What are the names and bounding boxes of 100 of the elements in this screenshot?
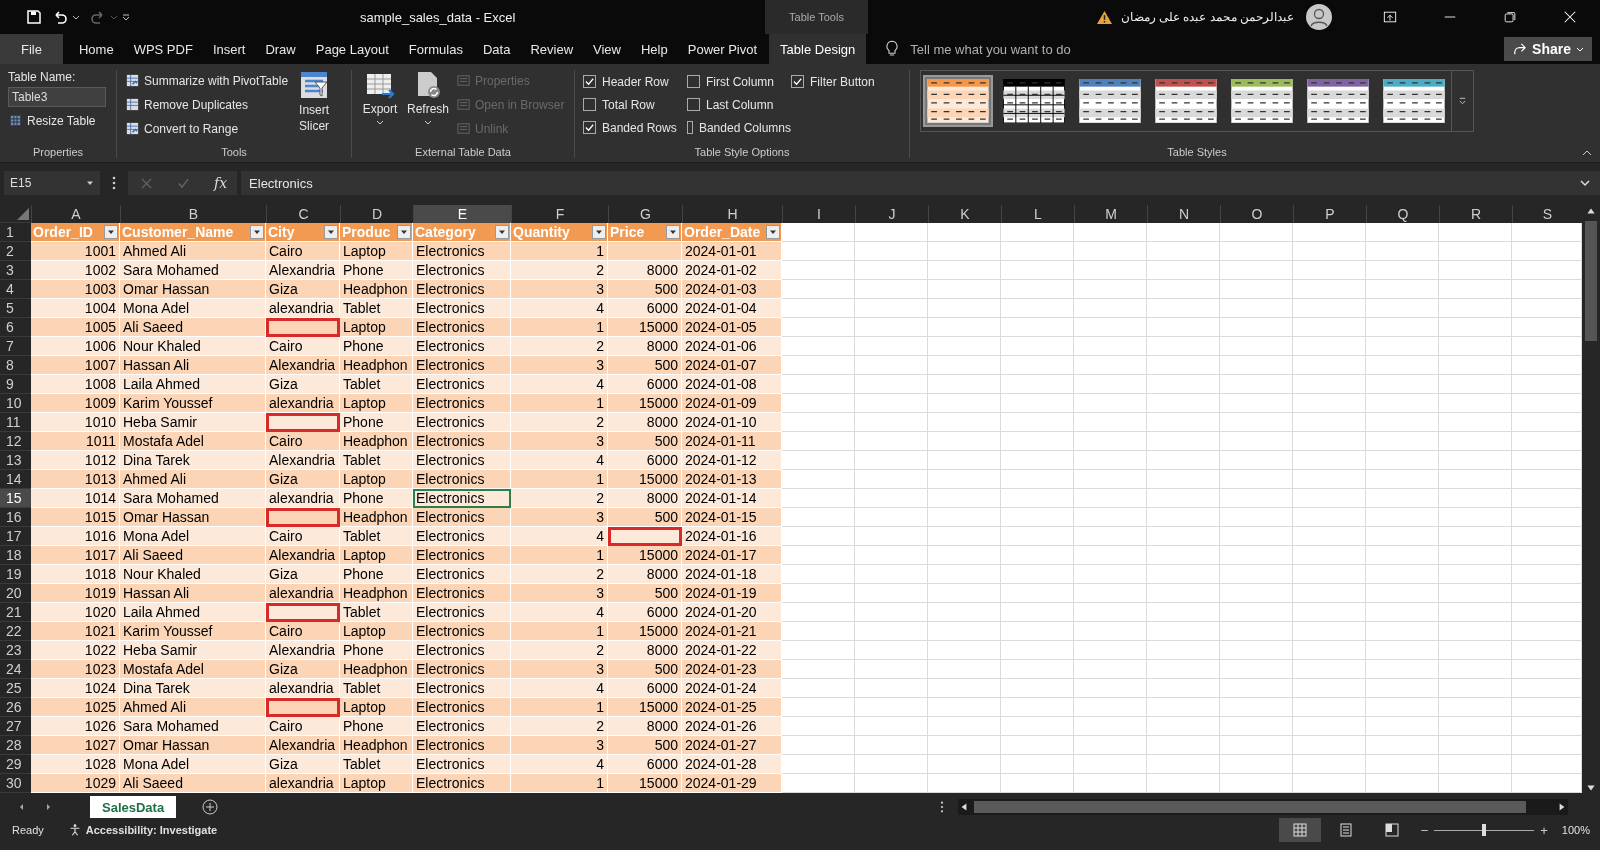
ribbon-tab[interactable]: Home [68, 34, 124, 64]
name-box[interactable]: E15 [4, 171, 100, 195]
ribbon-tab[interactable]: Draw [255, 34, 306, 64]
formula-field[interactable]: Electronics [241, 171, 1576, 195]
checkbox[interactable] [583, 75, 596, 88]
zoom-out-button[interactable]: − [1418, 822, 1431, 838]
search-field[interactable]: Tell me what you want to do [908, 34, 1143, 64]
scroll-thumb[interactable] [974, 801, 1526, 813]
ribbon-tab[interactable]: Review [520, 34, 584, 64]
collapse-ribbon-icon[interactable] [1582, 148, 1592, 158]
ribbon-tab[interactable]: View [583, 34, 631, 64]
warning-icon [1095, 9, 1113, 25]
checkbox-label[interactable]: Last Column [706, 97, 774, 112]
ribbon-tab[interactable]: Power Pivot [677, 34, 768, 64]
tool-button[interactable]: Summarize with PivotTable [125, 70, 289, 91]
table-cell: Giza [266, 565, 340, 584]
checkbox-label[interactable]: Filter Button [810, 74, 875, 89]
filter-button[interactable] [592, 225, 606, 239]
list-icon [456, 121, 471, 136]
view-button[interactable] [1278, 818, 1321, 842]
save-icon[interactable] [26, 9, 42, 25]
table-cell: 2024-01-06 [682, 337, 782, 356]
table-cell: Electronics [413, 774, 511, 793]
zoom-level[interactable]: 100% [1561, 824, 1590, 836]
ribbon-display-icon[interactable] [1383, 10, 1397, 24]
more-icon[interactable] [940, 801, 944, 813]
filter-button[interactable] [250, 225, 264, 239]
table-cell: 3 [511, 736, 608, 755]
checkbox[interactable] [583, 98, 596, 111]
dropdown-icon[interactable] [72, 13, 80, 21]
filter-button[interactable] [104, 225, 118, 239]
header-text: Price [609, 224, 645, 240]
checkbox[interactable] [583, 121, 596, 134]
table-cell: 2024-01-22 [682, 641, 782, 660]
horizontal-scrollbar[interactable] [958, 799, 1568, 815]
window-title: sample_sales_data - Excel [360, 10, 516, 25]
checkbox[interactable] [687, 121, 693, 134]
filter-button[interactable] [324, 225, 338, 239]
add-sheet-icon[interactable] [202, 799, 219, 815]
table-cell: 1 [511, 242, 608, 261]
resize-table-button[interactable]: Resize Table [8, 110, 108, 131]
zoom-in-button[interactable]: + [1538, 822, 1550, 838]
table-cell: alexandria [266, 299, 340, 318]
header-text: Order_ID [32, 224, 93, 240]
checkbox[interactable] [687, 98, 700, 111]
table-cell: Ali Saeed [120, 318, 266, 337]
ribbon-tab[interactable]: File [0, 34, 63, 64]
undo-icon[interactable] [52, 9, 68, 25]
table-cell: 1014 [31, 489, 120, 508]
restore-icon[interactable] [1503, 10, 1517, 24]
export-button[interactable]: Export [360, 70, 400, 144]
insert-function-button[interactable]: fx [214, 175, 228, 191]
scroll-thumb[interactable] [1585, 221, 1597, 341]
checkbox[interactable] [791, 75, 804, 88]
scroll-right-icon[interactable] [44, 803, 52, 811]
more-icon[interactable] [112, 176, 116, 190]
accessibility-status[interactable]: Accessibility: Investigate [85, 824, 218, 836]
ribbon-tab[interactable]: Formulas [398, 34, 473, 64]
table-cell: Nour Khaled [120, 565, 266, 584]
tool-button[interactable]: Remove Duplicates [125, 94, 289, 115]
ribbon-tab[interactable]: Table Design [769, 34, 867, 64]
filter-button[interactable] [495, 225, 509, 239]
table-cell: 2 [511, 641, 608, 660]
table-cell: Mostafa Adel [120, 660, 266, 679]
customize-icon[interactable] [122, 13, 130, 21]
column-header[interactable]: E [413, 205, 511, 223]
table-cell: Electronics [413, 565, 511, 584]
avatar-icon[interactable] [1306, 4, 1332, 30]
insert-slicer-button[interactable]: Insert Slicer [296, 70, 333, 144]
sheet-tab[interactable]: SalesData [90, 796, 177, 818]
expand-icon[interactable] [1576, 171, 1600, 195]
close-icon[interactable] [1563, 10, 1577, 24]
redo-icon[interactable] [90, 9, 106, 25]
share-button[interactable]: Share [1504, 37, 1592, 61]
checkbox-label[interactable]: Banded Rows [602, 120, 677, 135]
tool-button[interactable]: Convert to Range [125, 118, 289, 139]
refresh-button[interactable]: Refresh [408, 70, 448, 144]
checkbox-label[interactable]: First Column [706, 74, 774, 89]
table-cell: 2024-01-19 [682, 584, 782, 603]
filter-button[interactable] [397, 225, 411, 239]
checkbox-label[interactable]: Total Row [602, 97, 655, 112]
table-name-field[interactable]: Table3 [8, 87, 106, 107]
slicer-icon [299, 70, 330, 100]
ribbon-tab[interactable]: WPS PDF [123, 34, 203, 64]
checkbox[interactable] [687, 75, 700, 88]
ribbon-tab[interactable]: Page Layout [305, 34, 399, 64]
scroll-left-icon[interactable] [18, 803, 26, 811]
select-all-icon[interactable] [17, 208, 29, 220]
checkbox-label[interactable]: Header Row [602, 74, 669, 89]
ribbon-tab[interactable]: Insert [202, 34, 256, 64]
ribbon-tab[interactable]: Data [472, 34, 521, 64]
ribbon-tab[interactable]: Help [631, 34, 678, 64]
table-cell: alexandria [266, 489, 340, 508]
table-cell: 2024-01-18 [682, 565, 782, 584]
filter-button[interactable] [666, 225, 680, 239]
checkbox-label[interactable]: Banded Columns [698, 120, 791, 135]
row-header[interactable]: 15 [0, 489, 31, 508]
filter-button[interactable] [766, 225, 780, 239]
table-cell: Alexandria [266, 356, 340, 375]
table-cell: Headphon [340, 280, 413, 299]
